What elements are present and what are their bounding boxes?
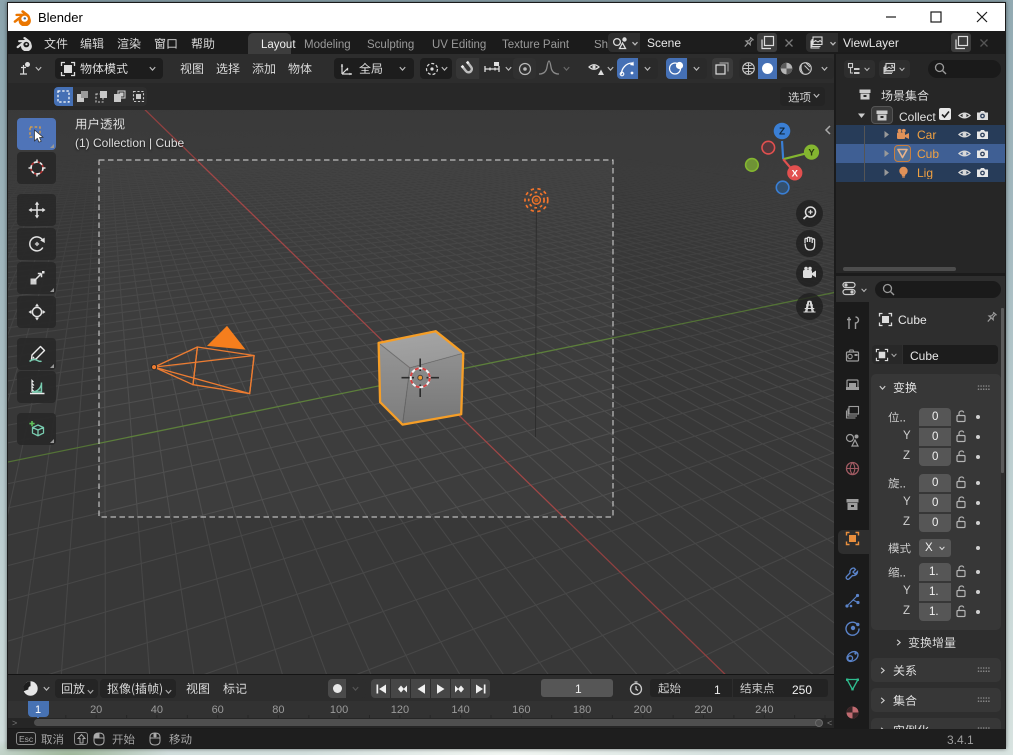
svg-text:200: 200 bbox=[634, 704, 652, 716]
svg-text:80: 80 bbox=[272, 704, 284, 716]
svg-text:20: 20 bbox=[90, 704, 102, 716]
svg-text:220: 220 bbox=[694, 704, 712, 716]
svg-text:140: 140 bbox=[451, 704, 469, 716]
svg-text:60: 60 bbox=[212, 704, 224, 716]
svg-text:160: 160 bbox=[512, 704, 530, 716]
svg-text:120: 120 bbox=[391, 704, 409, 716]
svg-text:100: 100 bbox=[330, 704, 348, 716]
svg-text:240: 240 bbox=[755, 704, 773, 716]
svg-text:Y: Y bbox=[808, 148, 815, 159]
svg-text:40: 40 bbox=[151, 704, 163, 716]
svg-text:180: 180 bbox=[573, 704, 591, 716]
svg-text:Z: Z bbox=[779, 127, 785, 138]
svg-text:X: X bbox=[792, 168, 799, 179]
